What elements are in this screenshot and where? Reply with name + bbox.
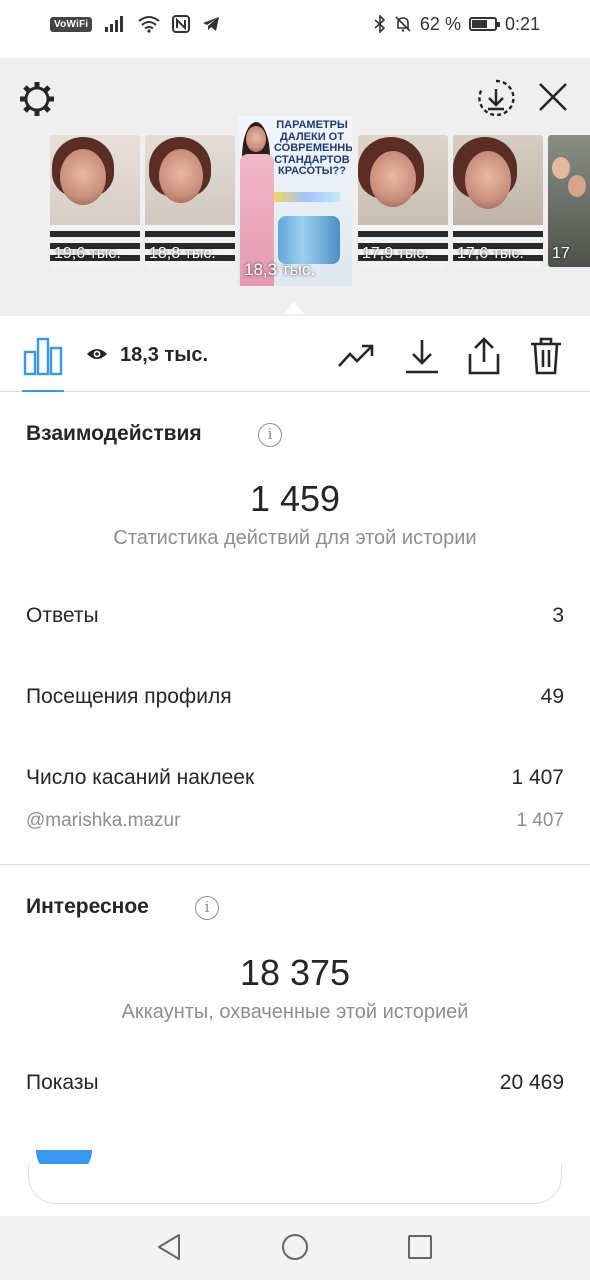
interactions-total: 1 459	[249, 478, 341, 519]
trash-icon[interactable]	[526, 336, 566, 376]
download-circle-icon[interactable]	[476, 78, 516, 118]
story-caption: ПАРАМЕТРЫ ДАЛЕКИ ОТ СОВРЕМЕННЫХ СТАНДАРТ…	[274, 119, 352, 178]
row-value: 3	[552, 604, 564, 627]
settings-gear-icon[interactable]	[18, 80, 56, 118]
download-icon[interactable]	[402, 336, 442, 376]
bluetooth-icon	[374, 15, 386, 33]
story-thumbnail[interactable]: 17,6 тыс.	[453, 135, 543, 267]
interactions-caption: Статистика действий для этой истории	[113, 527, 477, 549]
close-icon[interactable]	[536, 80, 570, 114]
selected-story-caret	[284, 302, 304, 314]
mention-label: @marishka.mazur	[26, 810, 181, 831]
row-value: 1 407	[511, 766, 564, 789]
battery-icon	[468, 17, 500, 31]
home-icon[interactable]	[282, 1234, 308, 1260]
story-thumbnail-selected[interactable]: ПАРАМЕТРЫ ДАЛЕКИ ОТ СОВРЕМЕННЫХ СТАНДАРТ…	[238, 116, 352, 286]
story-view-count: 17,9 тыс.	[362, 245, 429, 262]
bottom-card[interactable]	[28, 1164, 562, 1204]
insights-toolbar: 18,3 тыс.	[0, 316, 590, 392]
replies-row: Ответы 3	[26, 604, 564, 628]
bar-chart-icon[interactable]	[22, 336, 64, 376]
mute-bell-icon	[395, 16, 411, 32]
back-icon[interactable]	[155, 1232, 183, 1262]
share-icon[interactable]	[464, 336, 504, 376]
row-label: Посещения профиля	[26, 685, 232, 708]
story-thumbnail[interactable]: 17	[548, 135, 590, 267]
row-label: Ответы	[26, 604, 99, 627]
signal-icon	[105, 16, 124, 32]
nfc-icon	[172, 15, 191, 33]
info-icon[interactable]: i	[195, 896, 219, 920]
reach-count: 18,3 тыс.	[120, 344, 209, 366]
battery-percent: 62 %	[419, 13, 461, 34]
discovery-title: Интересное	[26, 895, 149, 918]
section-divider	[0, 864, 590, 865]
story-thumbnail[interactable]: 19,6 тыс.	[50, 135, 140, 267]
story-sticker-label	[274, 192, 340, 202]
sticker-mention-row: @marishka.mazur 1 407	[26, 810, 564, 832]
story-view-count: 18,3 тыс.	[244, 260, 316, 279]
mention-value: 1 407	[516, 810, 564, 831]
row-label: Показы	[26, 1071, 99, 1094]
vowifi-indicator: VoWiFi	[50, 16, 93, 32]
clock: 0:21	[504, 13, 540, 34]
story-insights-screen: VoWiFi 62 % 0:21 19,6 тыс. 18,8 тыс. ПАР…	[0, 0, 590, 1280]
wifi-icon	[138, 16, 160, 33]
story-view-count: 19,6 тыс.	[54, 245, 121, 262]
story-view-count: 18,8 тыс.	[149, 245, 216, 262]
sticker-taps-row: Число касаний наклеек 1 407	[26, 766, 564, 790]
story-view-count: 17,6 тыс.	[457, 245, 524, 262]
story-thumbnail[interactable]: 17,9 тыс.	[358, 135, 448, 267]
trend-up-icon[interactable]	[336, 336, 376, 376]
row-value: 49	[540, 685, 564, 708]
active-tab-indicator	[22, 390, 64, 392]
recent-apps-icon[interactable]	[408, 1235, 432, 1259]
status-bar: VoWiFi 62 % 0:21	[0, 0, 590, 48]
discovery-caption: Аккаунты, охваченные этой историей	[121, 1001, 469, 1023]
telegram-icon	[203, 17, 220, 31]
blue-barrel	[278, 216, 340, 264]
info-icon[interactable]: i	[258, 423, 282, 447]
story-view-count: 17	[552, 245, 570, 262]
impressions-row: Показы 20 469	[26, 1071, 564, 1095]
battery-level	[471, 20, 487, 28]
row-value: 20 469	[499, 1071, 564, 1094]
interactions-title: Взаимодействия	[26, 422, 202, 445]
row-label: Число касаний наклеек	[26, 766, 255, 789]
profile-visits-row: Посещения профиля 49	[26, 685, 564, 709]
eye-icon	[87, 349, 107, 359]
story-thumbnail[interactable]: 18,8 тыс.	[145, 135, 235, 267]
discovery-total: 18 375	[239, 952, 351, 993]
